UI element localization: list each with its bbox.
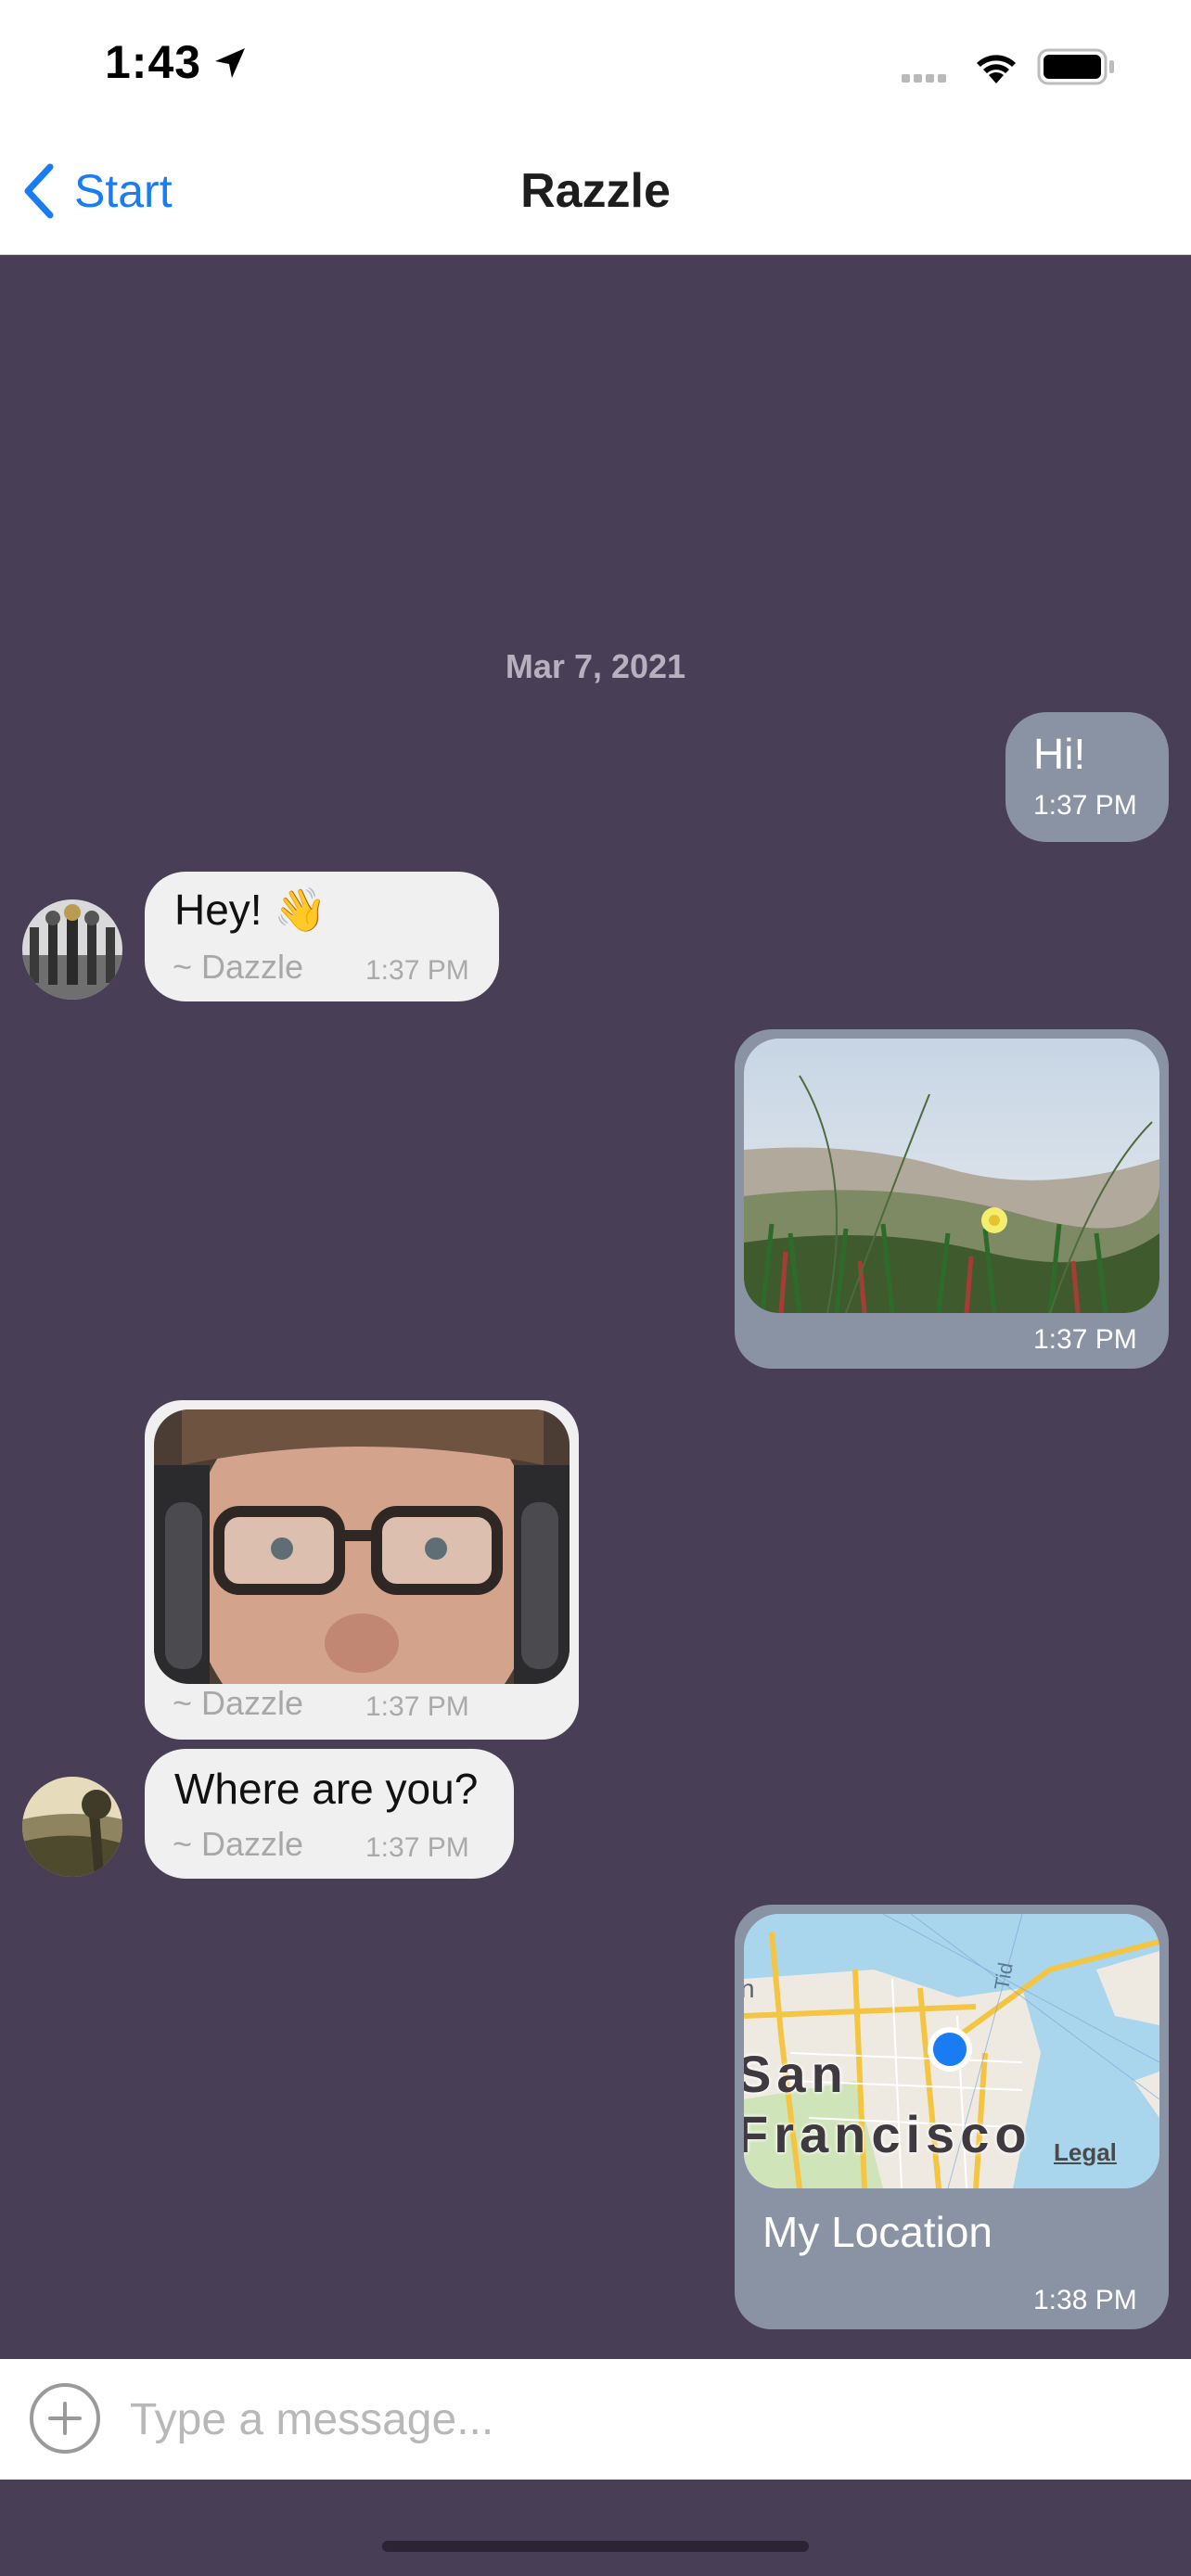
avatar[interactable]	[22, 1777, 122, 1877]
message-text: Where are you?	[174, 1765, 479, 1813]
message-input[interactable]	[128, 2381, 1152, 2457]
conversation-title: Razzle	[520, 164, 671, 218]
message-text: My Location	[762, 2208, 993, 2256]
message-text: Hey! 👋	[174, 886, 327, 934]
message-sender: ~ Dazzle	[173, 948, 304, 986]
message-time: 1:37 PM	[365, 955, 469, 986]
composer-bar	[0, 2359, 1191, 2480]
navigation-bar: Start Razzle	[0, 130, 1191, 255]
avatar-statues-image	[22, 899, 122, 1000]
outgoing-message[interactable]: Hi! 1:37 PM	[1005, 712, 1169, 842]
status-bar: 1:43	[0, 0, 1191, 130]
svg-text:Tid: Tid	[990, 1960, 1018, 1992]
outgoing-image-message[interactable]: 1:37 PM	[735, 1029, 1169, 1369]
message-time: 1:37 PM	[1033, 1324, 1137, 1355]
message-time: 1:37 PM	[365, 1832, 469, 1863]
message-time: 1:37 PM	[1033, 790, 1137, 821]
message-sender: ~ Dazzle	[173, 1684, 304, 1722]
incoming-message[interactable]: Where are you? ~ Dazzle 1:37 PM	[145, 1749, 514, 1879]
map-legal-link[interactable]: Legal	[1054, 2138, 1117, 2167]
message-photo[interactable]	[154, 1409, 570, 1684]
beach-plants-image	[744, 1039, 1159, 1313]
outgoing-location-message[interactable]: Tid n San Francisco Legal My Location 1:…	[735, 1905, 1169, 2329]
incoming-message[interactable]: Hey! 👋 ~ Dazzle 1:37 PM	[145, 872, 499, 1001]
avatar[interactable]	[22, 899, 122, 1000]
message-sender: ~ Dazzle	[173, 1825, 304, 1863]
svg-text:n: n	[744, 1974, 755, 2003]
date-separator: Mar 7, 2021	[505, 647, 686, 685]
person-headphones-image	[154, 1409, 570, 1684]
home-indicator	[382, 2541, 809, 2552]
location-arrow-icon	[215, 48, 245, 78]
avatar-landscape-image	[22, 1777, 122, 1877]
location-map[interactable]: Tid n San Francisco Legal	[744, 1914, 1159, 2188]
wifi-icon	[977, 55, 1016, 83]
cellular-signal-icon	[902, 70, 950, 87]
battery-icon	[1037, 48, 1114, 85]
message-photo[interactable]	[744, 1039, 1159, 1313]
add-attachment-icon[interactable]	[28, 2381, 102, 2455]
message-list[interactable]: Mar 7, 2021 Hi! 1:37 PM Hey! 👋 ~ Dazzle …	[0, 254, 1191, 2359]
current-location-marker	[928, 2027, 972, 2072]
message-time: 1:37 PM	[365, 1691, 469, 1722]
status-time: 1:43	[105, 36, 202, 88]
incoming-image-message[interactable]: ~ Dazzle 1:37 PM	[145, 1400, 579, 1740]
message-time: 1:38 PM	[1033, 2285, 1137, 2315]
message-text: Hi!	[1033, 730, 1086, 778]
